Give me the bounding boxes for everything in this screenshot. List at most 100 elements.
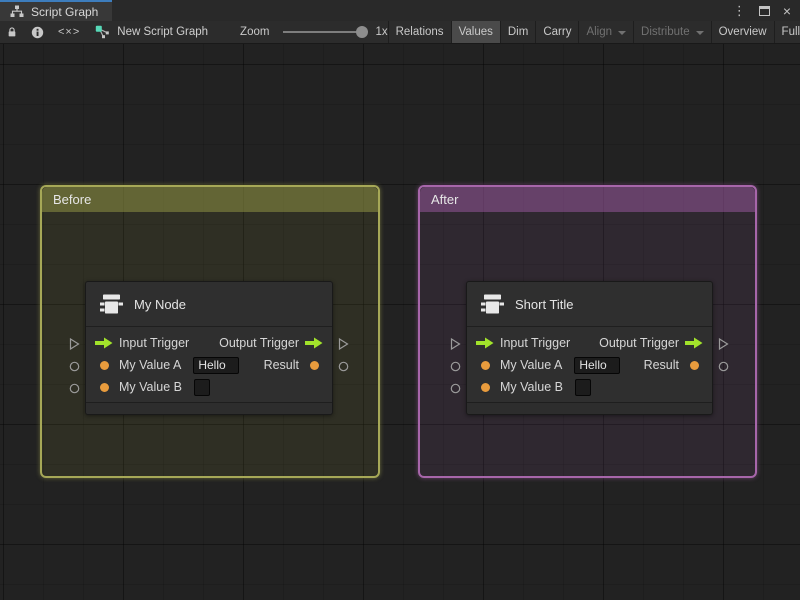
value-connector-left[interactable] — [69, 361, 80, 372]
port-row: Input Trigger Output Trigger — [95, 332, 323, 354]
port-label: Output Trigger — [219, 336, 299, 350]
script-graph-window: Script Graph ⋮ × <×> New Script Graph Zo… — [0, 0, 800, 600]
lock-button[interactable] — [0, 21, 24, 43]
maximize-icon[interactable] — [758, 5, 770, 16]
tab-title: Script Graph — [31, 4, 99, 19]
graph-hierarchy-icon — [10, 5, 24, 17]
output-trigger-port[interactable]: Output Trigger — [219, 336, 323, 350]
unit-icon — [100, 294, 123, 314]
group-header[interactable]: Before — [42, 187, 378, 212]
port-row: My Value A Result — [95, 354, 323, 376]
value-connector-right[interactable] — [338, 361, 349, 372]
overview-button[interactable]: Overview — [712, 21, 774, 43]
lock-icon — [8, 27, 16, 37]
flow-connector-left[interactable] — [450, 338, 461, 350]
tab-bar: Script Graph ⋮ × — [0, 0, 800, 21]
value-input-icon[interactable] — [476, 382, 494, 392]
value-output-icon[interactable] — [305, 360, 323, 370]
value-input-icon[interactable] — [95, 360, 113, 370]
info-icon — [31, 26, 44, 38]
zoom-slider-handle[interactable] — [356, 26, 369, 38]
node-header[interactable]: Short Title — [467, 282, 712, 327]
node-ports: Input Trigger Output Trigger My Value A — [467, 327, 712, 402]
chevron-down-icon — [695, 31, 704, 35]
flow-output-icon[interactable] — [305, 337, 323, 349]
value-input-icon[interactable] — [476, 360, 494, 370]
window-controls: ⋮ × — [733, 0, 800, 21]
value-connector-left[interactable] — [450, 383, 461, 394]
toolbar-view-buttons: Relations Values Dim Carry Align Distrib… — [387, 21, 800, 43]
code-view-button[interactable]: <×> — [51, 21, 87, 43]
node-header[interactable]: My Node — [86, 282, 332, 327]
value-output-icon[interactable] — [685, 360, 703, 370]
zoom-value: 1x — [375, 26, 388, 38]
flow-connector-right[interactable] — [718, 338, 729, 350]
value-b-port[interactable]: My Value B — [476, 378, 591, 396]
graph-canvas[interactable]: Before After My Node Input Trigger Outpu… — [0, 44, 800, 600]
node-title: My Node — [134, 296, 187, 312]
port-label: Output Trigger — [599, 336, 679, 350]
port-row: My Value B — [95, 376, 323, 398]
zoom-slider-track[interactable] — [283, 26, 369, 38]
value-b-port[interactable]: My Value B — [95, 378, 210, 396]
zoom-control: Zoom 1x — [240, 21, 388, 43]
values-button[interactable]: Values — [451, 21, 500, 43]
node-my-node[interactable]: My Node Input Trigger Output Trigger My … — [69, 281, 349, 415]
flow-connector-right[interactable] — [338, 338, 349, 350]
node-short-title[interactable]: Short Title Input Trigger Output Trigger — [450, 281, 729, 415]
zoom-label: Zoom — [240, 26, 270, 38]
port-label: Result — [263, 358, 299, 372]
fullscreen-button[interactable]: Full Scr — [775, 21, 800, 43]
value-b-input[interactable] — [575, 378, 591, 396]
node-ports: Input Trigger Output Trigger My Value A — [86, 327, 332, 402]
value-b-input[interactable] — [194, 378, 210, 396]
carry-button[interactable]: Carry — [536, 21, 578, 43]
close-icon[interactable]: × — [783, 4, 791, 18]
output-trigger-port[interactable]: Output Trigger — [599, 336, 703, 350]
group-header[interactable]: After — [420, 187, 755, 212]
flow-connector-left[interactable] — [69, 338, 80, 350]
port-label: My Value A — [500, 358, 563, 372]
port-label: Input Trigger — [500, 336, 571, 350]
port-label: Result — [643, 358, 679, 372]
tab-script-graph[interactable]: Script Graph — [0, 0, 113, 21]
node-footer — [86, 402, 332, 414]
flow-output-icon[interactable] — [685, 337, 703, 349]
info-button[interactable] — [24, 21, 51, 43]
node-title: Short Title — [515, 296, 574, 312]
input-trigger-port[interactable]: Input Trigger — [95, 336, 189, 350]
dim-button[interactable]: Dim — [501, 21, 535, 43]
graph-name: New Script Graph — [87, 21, 218, 43]
port-row: My Value A Result — [476, 354, 703, 376]
result-port[interactable]: Result — [644, 358, 703, 372]
group-title: Before — [53, 192, 92, 207]
window-menu-icon[interactable]: ⋮ — [733, 4, 746, 17]
port-row: My Value B — [476, 376, 703, 398]
port-label: Input Trigger — [119, 336, 190, 350]
distribute-dropdown: Distribute — [634, 21, 711, 43]
input-trigger-port[interactable]: Input Trigger — [476, 336, 570, 350]
node-footer — [467, 402, 712, 414]
port-label: My Value B — [500, 380, 563, 394]
relations-button[interactable]: Relations — [389, 21, 451, 43]
graph-toolbar: <×> New Script Graph Zoom 1x Relations V… — [0, 21, 800, 44]
value-a-port[interactable]: My Value A — [95, 356, 240, 374]
flow-input-icon[interactable] — [476, 337, 494, 349]
value-a-input[interactable] — [193, 356, 240, 374]
port-label: My Value B — [119, 380, 182, 394]
value-connector-left[interactable] — [69, 383, 80, 394]
value-connector-left[interactable] — [450, 361, 461, 372]
port-label: My Value A — [119, 358, 182, 372]
value-connector-right[interactable] — [718, 361, 729, 372]
flow-input-icon[interactable] — [95, 337, 113, 349]
align-label: Align — [586, 26, 613, 38]
result-port[interactable]: Result — [264, 358, 323, 372]
group-title: After — [431, 192, 459, 207]
value-a-port[interactable]: My Value A — [476, 356, 621, 374]
unit-icon — [481, 294, 504, 314]
chevron-down-icon — [618, 31, 627, 35]
distribute-label: Distribute — [641, 26, 690, 38]
value-input-icon[interactable] — [95, 382, 113, 392]
value-a-input[interactable] — [574, 356, 621, 374]
script-graph-icon — [96, 25, 110, 39]
